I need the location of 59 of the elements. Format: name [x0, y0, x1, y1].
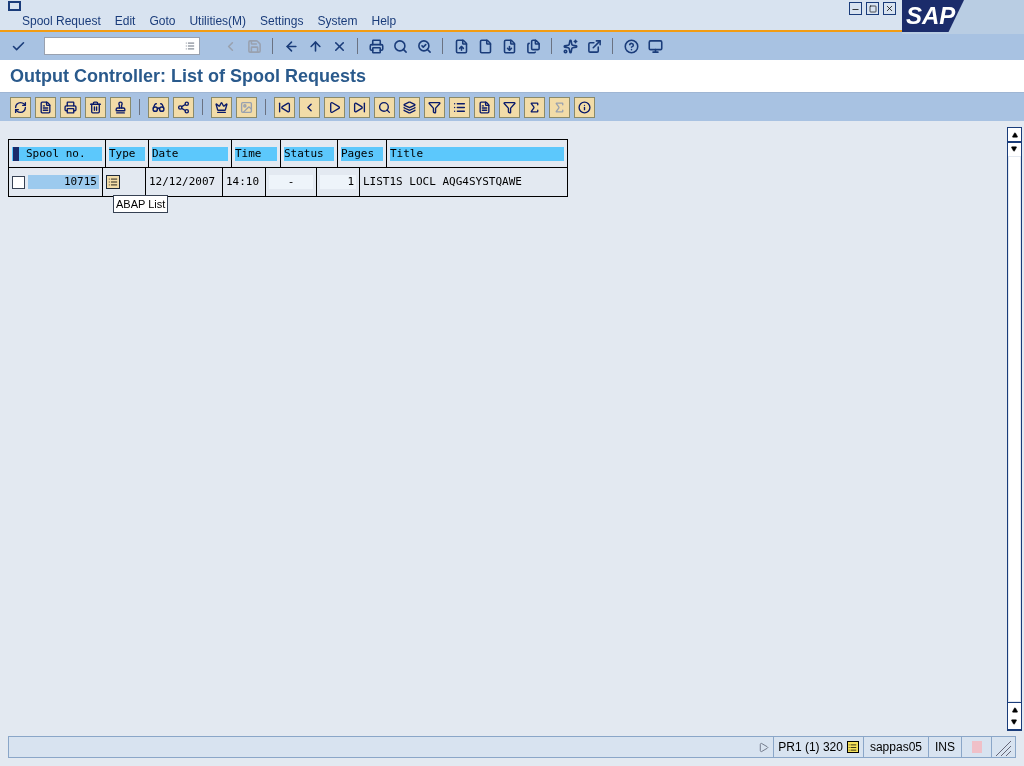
scrollbar[interactable] — [1007, 127, 1022, 731]
page-down-icon[interactable] — [1011, 719, 1018, 726]
screen-title: Output Controller: List of Spool Requests — [10, 64, 366, 88]
column-header[interactable]: Time — [235, 146, 277, 161]
tooltip: ABAP List — [113, 195, 169, 213]
funnel-icon[interactable] — [499, 96, 520, 118]
page-up-icon[interactable] — [1011, 706, 1018, 713]
print-icon[interactable] — [366, 36, 386, 56]
table-cell-text: LIST1S LOCL AQG4SYSTQAWE — [363, 173, 523, 190]
refresh-icon[interactable] — [10, 96, 31, 118]
glasses-icon[interactable] — [148, 96, 169, 118]
info-icon[interactable] — [574, 96, 595, 118]
table-cell: 10715 — [28, 175, 99, 189]
column-header[interactable]: Pages — [341, 146, 383, 161]
command-field[interactable] — [44, 37, 200, 55]
system-info: PR1 (1) 320 — [778, 739, 843, 756]
display-icon[interactable] — [35, 96, 56, 118]
expand-icon[interactable] — [758, 741, 770, 753]
column-header[interactable]: Title — [390, 146, 564, 161]
server-name: sappas05 — [862, 737, 928, 757]
menu-item[interactable]: System — [317, 12, 358, 30]
column-header[interactable]: Spool no. — [12, 146, 102, 161]
menu-item[interactable]: Spool Request — [22, 12, 101, 30]
list-icon[interactable] — [449, 96, 470, 118]
next-icon[interactable] — [324, 96, 345, 118]
menu-item[interactable]: Edit — [114, 12, 136, 30]
filter-icon[interactable] — [424, 96, 445, 118]
system-menu-icon[interactable] — [8, 1, 21, 11]
table-cell-text: 14:10 — [226, 173, 261, 190]
previous-icon[interactable] — [299, 96, 320, 118]
list-type-icon[interactable] — [106, 175, 120, 189]
menu-item[interactable]: Settings — [260, 12, 304, 30]
scroll-up-icon[interactable] — [1011, 131, 1018, 138]
layers-icon[interactable] — [399, 96, 420, 118]
input-mode: INS — [928, 737, 961, 757]
close-icon[interactable] — [883, 2, 896, 15]
column-header[interactable]: Type — [109, 146, 145, 161]
help-icon[interactable] — [621, 36, 641, 56]
table-cell-text: 12/12/2007 — [149, 173, 217, 190]
sum-icon[interactable] — [524, 96, 545, 118]
menu-item[interactable]: Goto — [149, 12, 176, 30]
first-icon[interactable] — [274, 96, 295, 118]
last-icon[interactable] — [349, 96, 370, 118]
table-cell: - — [269, 175, 313, 189]
restore-icon[interactable] — [866, 2, 879, 15]
list-icon[interactable] — [846, 741, 859, 753]
delete-icon[interactable] — [85, 96, 106, 118]
menu-item[interactable]: Help — [371, 12, 397, 30]
row-checkbox[interactable] — [12, 175, 25, 189]
document-icon[interactable] — [474, 96, 495, 118]
zoom-icon[interactable] — [374, 96, 395, 118]
table-cell: 1 — [320, 175, 356, 189]
minimize-icon[interactable] — [849, 2, 862, 15]
column-header[interactable]: Date — [152, 146, 228, 161]
print-icon[interactable] — [60, 96, 81, 118]
logo: SAP — [902, 0, 964, 32]
scroll-down-icon[interactable] — [1011, 146, 1018, 153]
menu-item[interactable]: Utilities(M) — [189, 12, 247, 30]
column-header[interactable]: Status — [284, 146, 334, 161]
